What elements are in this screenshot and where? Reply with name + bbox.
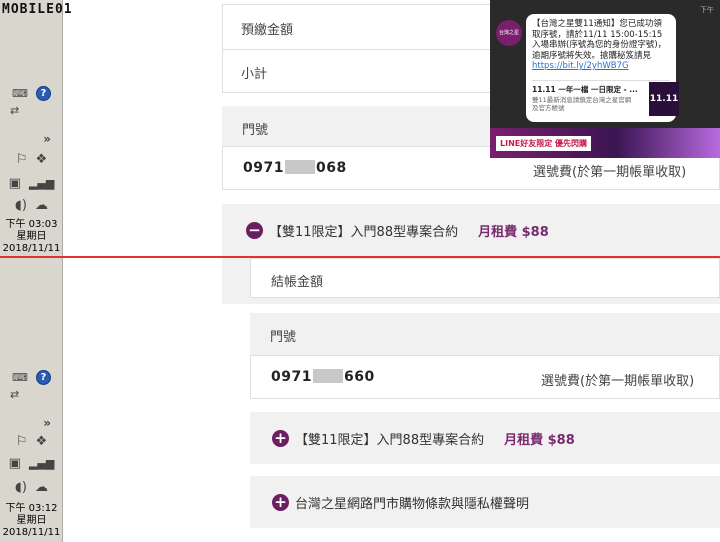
banner-label: LINE好友限定 優先閃購 bbox=[496, 136, 592, 151]
volume-icon[interactable]: ◖) bbox=[15, 198, 27, 213]
prepay-label: 預繳金額 bbox=[241, 23, 294, 38]
terms-label: 台灣之星網路門市購物條款與隱私權聲明 bbox=[295, 497, 530, 512]
carrier-avatar: 台灣之星 bbox=[496, 20, 522, 46]
masked-digits bbox=[312, 369, 343, 383]
tray-row-2b: ⇄ bbox=[0, 388, 63, 401]
plan-name: 【雙11限定】入門88型專案合約 bbox=[295, 433, 485, 448]
taskbar-top: MOBILE01 ⌨ ? ⇄ » ⚐ ❖ ▣ ▂▄▆ ◖) ☁ 下午 03:03… bbox=[0, 0, 72, 257]
line-banner[interactable]: LINE好友限定 優先閃購 bbox=[490, 128, 720, 158]
collapse-icon[interactable]: − bbox=[246, 222, 263, 239]
message-link[interactable]: https://bit.ly/2yhWB7G bbox=[532, 61, 670, 72]
help-icon[interactable]: ? bbox=[35, 86, 51, 101]
mobile01-logo: MOBILE01 bbox=[2, 2, 73, 17]
expand-icon[interactable]: + bbox=[272, 430, 289, 447]
plan-accordion-bottom[interactable]: + 【雙11限定】入門88型專案合約 月租費 $88 bbox=[250, 412, 720, 464]
number-header: 門號 bbox=[270, 330, 297, 345]
clock-day: 星期日 bbox=[16, 231, 47, 242]
clock-day: 星期日 bbox=[16, 515, 47, 526]
dropbox-icon[interactable]: ❖ bbox=[36, 152, 48, 167]
signal-icon[interactable]: ▂▄▆ bbox=[29, 177, 54, 190]
dropbox-icon[interactable]: ❖ bbox=[36, 434, 48, 449]
taskbar-bottom: ⌨ ? ⇄ » ⚐ ❖ ▣ ▂▄▆ ◖) ☁ 下午 03:12 星期日 2018… bbox=[0, 258, 63, 542]
number-header: 門號 bbox=[242, 123, 269, 138]
tray-row-4: ▣ ▂▄▆ bbox=[0, 176, 63, 191]
tray-row-5: ◖) ☁ bbox=[0, 198, 63, 213]
tray-row-3b: ⚐ ❖ bbox=[0, 434, 63, 449]
clock-time: 下午 03:12 bbox=[5, 503, 58, 514]
tray-row-3: ⚐ ❖ bbox=[0, 152, 63, 167]
terms-accordion-header[interactable]: + 台灣之星網路門市購物條款與隱私權聲明 bbox=[272, 493, 529, 512]
tray-row-4b: ▣ ▂▄▆ bbox=[0, 456, 63, 471]
upload-icon[interactable]: ☁ bbox=[35, 480, 48, 495]
tray-expand-button[interactable]: » bbox=[0, 416, 63, 430]
plan-accordion-header[interactable]: + 【雙11限定】入門88型專案合約 月租費 $88 bbox=[272, 429, 575, 448]
flag-icon[interactable]: ⚐ bbox=[16, 152, 28, 167]
checkout-row: 結帳金額 bbox=[250, 258, 720, 298]
volume-icon[interactable]: ◖) bbox=[15, 480, 27, 495]
taskbar-clock-top[interactable]: 下午 03:03 星期日 2018/11/11 bbox=[0, 219, 63, 255]
preview-desc: 雙11最新消息請鎖定台灣之星官網及官方帳號 bbox=[532, 96, 632, 112]
plan-price: 月租費 $88 bbox=[504, 433, 575, 448]
tray-row-1: ⌨ ? bbox=[0, 86, 63, 101]
phone-row-bottom: 0971 660 選號費(於第一期帳單收取) bbox=[250, 355, 720, 399]
keyboard-icon[interactable]: ⌨ bbox=[12, 87, 28, 100]
plan-accordion-top[interactable]: − 【雙11限定】入門88型專案合約 月租費 $88 bbox=[222, 204, 720, 256]
tray-row-1b: ⌨ ? bbox=[0, 370, 63, 385]
clock-time: 下午 03:03 bbox=[5, 219, 58, 230]
language-icon[interactable]: ⇄ bbox=[10, 104, 19, 117]
phone-number: 0971 068 bbox=[243, 160, 347, 176]
taskbar-clock-bottom[interactable]: 下午 03:12 星期日 2018/11/11 bbox=[0, 503, 63, 539]
fee-note: 選號費(於第一期帳單收取) bbox=[541, 374, 695, 389]
tray-expand-button[interactable]: » bbox=[0, 132, 63, 146]
number-panel-bottom: 門號 0971 660 選號費(於第一期帳單收取) bbox=[250, 313, 720, 399]
tray-row-5b: ◖) ☁ bbox=[0, 480, 63, 495]
tray-row-2: ⇄ bbox=[0, 104, 63, 117]
help-icon[interactable]: ? bbox=[35, 370, 51, 385]
checkout-label: 結帳金額 bbox=[271, 275, 324, 290]
message-text: 【台灣之星雙11通知】您已成功領取序號，請於11/11 15:00-15:15入… bbox=[532, 19, 667, 61]
preview-thumbnail: 11.11 bbox=[649, 82, 679, 116]
line-notification[interactable]: 台灣之星 下午 【台灣之星雙11通知】您已成功領取序號，請於11/11 15:0… bbox=[490, 0, 720, 158]
flag-icon[interactable]: ⚐ bbox=[16, 434, 28, 449]
signal-icon[interactable]: ▂▄▆ bbox=[29, 457, 54, 470]
clock-date: 2018/11/11 bbox=[2, 243, 61, 254]
clock-date: 2018/11/11 bbox=[2, 527, 61, 538]
subtotal-label: 小計 bbox=[241, 67, 268, 82]
plan-price: 月租費 $88 bbox=[478, 225, 549, 240]
device-icon[interactable]: ▣ bbox=[9, 176, 21, 191]
notification-time: 下午 bbox=[700, 6, 714, 14]
fee-note: 選號費(於第一期帳單收取) bbox=[533, 165, 687, 180]
upload-icon[interactable]: ☁ bbox=[35, 198, 48, 213]
plan-accordion-header[interactable]: − 【雙11限定】入門88型專案合約 月租費 $88 bbox=[246, 221, 549, 240]
phone-number: 0971 660 bbox=[271, 369, 375, 385]
expand-icon[interactable]: + bbox=[272, 494, 289, 511]
checkout-panel: 結帳金額 bbox=[222, 258, 720, 304]
masked-digits bbox=[284, 160, 315, 174]
keyboard-icon[interactable]: ⌨ bbox=[12, 371, 28, 384]
device-icon[interactable]: ▣ bbox=[9, 456, 21, 471]
terms-accordion[interactable]: + 台灣之星網路門市購物條款與隱私權聲明 bbox=[250, 476, 720, 528]
plan-name: 【雙11限定】入門88型專案合約 bbox=[269, 225, 459, 240]
language-icon[interactable]: ⇄ bbox=[10, 388, 19, 401]
